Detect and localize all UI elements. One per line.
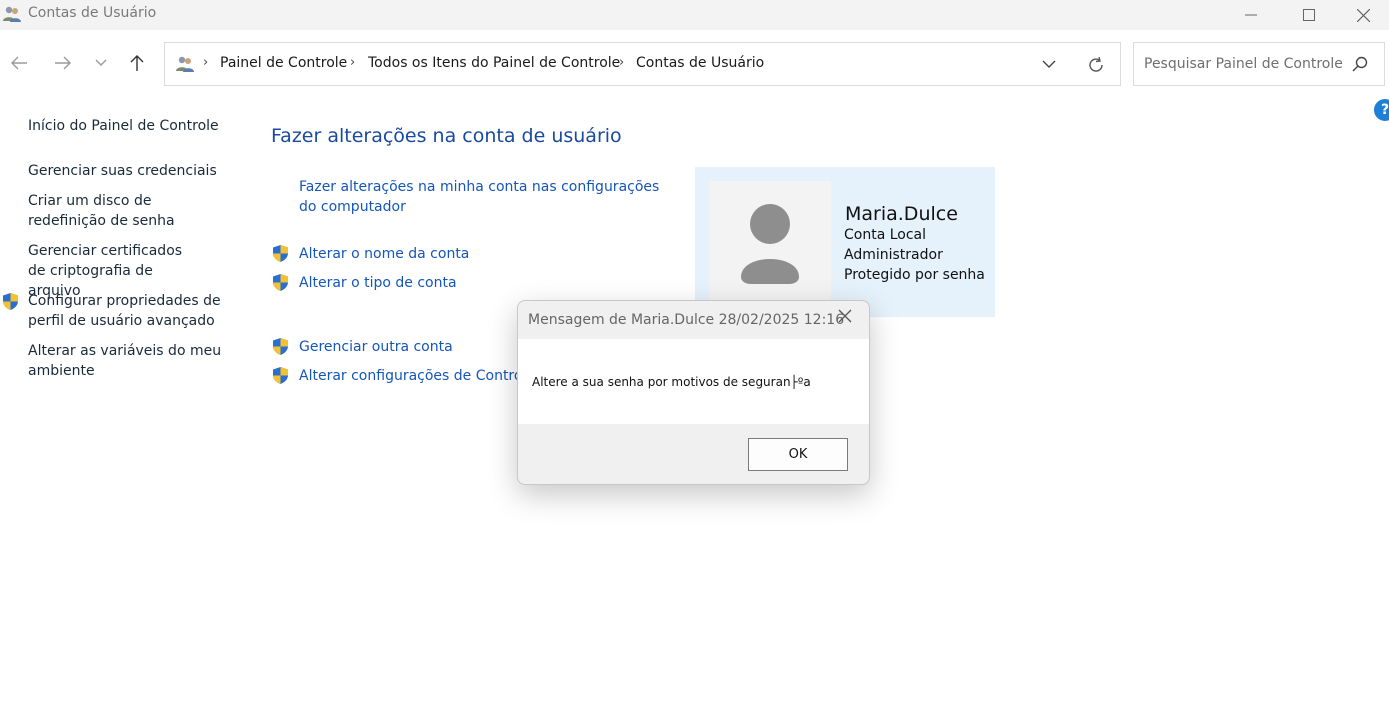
chevron-down-icon[interactable]: [1042, 60, 1056, 69]
arrow-right-icon: [55, 56, 71, 70]
control-panel-icon: [176, 56, 194, 72]
user-card: Maria.Dulce Conta Local Administrador Pr…: [695, 167, 995, 317]
uac-shield-icon: [273, 274, 288, 291]
maximize-icon: [1303, 9, 1315, 21]
close-button[interactable]: [1338, 0, 1389, 30]
uac-shield-icon: [3, 293, 18, 310]
breadcrumb-todos-itens[interactable]: Todos os Itens do Painel de Controle: [368, 55, 620, 71]
chevron-down-icon: [95, 59, 107, 66]
minimize-button[interactable]: [1222, 0, 1280, 30]
uac-shield-icon: [273, 367, 288, 384]
search-icon[interactable]: [1352, 56, 1368, 72]
dialog-title: Mensagem de Maria.Dulce 28/02/2025 12:16: [528, 312, 845, 328]
refresh-icon[interactable]: [1087, 56, 1105, 74]
arrow-left-icon: [11, 56, 27, 70]
link-gerenciar-outra[interactable]: Gerenciar outra conta: [299, 337, 453, 357]
avatar: [709, 181, 831, 303]
page-title: Fazer alterações na conta de usuário: [271, 125, 622, 147]
back-button[interactable]: [6, 50, 32, 76]
arrow-up-icon: [130, 55, 144, 71]
account-role-label: Administrador: [844, 247, 943, 263]
breadcrumb-separator-icon[interactable]: ›: [203, 55, 208, 70]
user-name: Maria.Dulce: [845, 203, 958, 225]
breadcrumb-contas[interactable]: Contas de Usuário: [636, 55, 764, 71]
sidebar-item-variaveis[interactable]: Alterar as variáveis do meu ambiente: [28, 341, 223, 381]
breadcrumb-separator-icon[interactable]: ›: [619, 55, 624, 70]
link-alterar-nome[interactable]: Alterar o nome da conta: [299, 244, 469, 264]
recent-locations-button[interactable]: [88, 50, 114, 76]
minimize-icon: [1245, 14, 1257, 16]
uac-shield-icon: [273, 245, 288, 262]
dialog-message: Altere a sua senha por motivos de segura…: [532, 375, 811, 389]
link-configuracoes-computador[interactable]: Fazer alterações na minha conta nas conf…: [299, 177, 679, 217]
uac-shield-icon: [273, 338, 288, 355]
ok-button[interactable]: OK: [748, 438, 848, 471]
sidebar-item-credenciais[interactable]: Gerenciar suas credenciais: [28, 161, 228, 181]
link-alterar-tipo[interactable]: Alterar o tipo de conta: [299, 273, 457, 293]
window-title: Contas de Usuário: [28, 5, 157, 21]
user-avatar-icon: [741, 204, 799, 284]
search-placeholder: Pesquisar Painel de Controle: [1144, 56, 1343, 72]
up-button[interactable]: [124, 50, 150, 76]
message-dialog: Mensagem de Maria.Dulce 28/02/2025 12:16…: [517, 300, 870, 485]
breadcrumb-separator-icon[interactable]: ›: [350, 55, 355, 70]
close-icon: [1357, 8, 1370, 22]
search-input[interactable]: Pesquisar Painel de Controle: [1133, 42, 1385, 86]
account-type-label: Conta Local: [844, 227, 927, 243]
help-icon[interactable]: ?: [1374, 99, 1389, 121]
password-status-label: Protegido por senha: [844, 267, 985, 283]
forward-button[interactable]: [50, 50, 76, 76]
maximize-button[interactable]: [1280, 0, 1338, 30]
user-accounts-icon: [3, 6, 21, 22]
sidebar-item-inicio[interactable]: Início do Painel de Controle: [28, 116, 228, 136]
title-bar: Contas de Usuário: [0, 0, 1389, 30]
sidebar-item-disco-redefinicao[interactable]: Criar um disco de redefinição de senha: [28, 191, 228, 231]
close-icon[interactable]: [838, 309, 852, 323]
breadcrumb-painel[interactable]: Painel de Controle: [220, 55, 347, 71]
dialog-body: Altere a sua senha por motivos de segura…: [518, 339, 869, 424]
sidebar-item-perfil-avancado[interactable]: Configurar propriedades de perfil de usu…: [28, 291, 223, 331]
address-bar[interactable]: › Painel de Controle › Todos os Itens do…: [164, 42, 1121, 86]
